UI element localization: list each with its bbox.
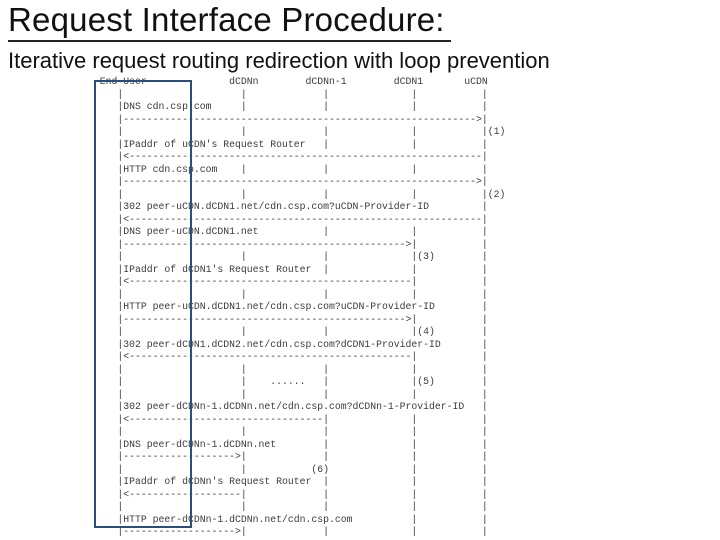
page-subtitle: Iterative request routing redirection wi… xyxy=(8,48,550,74)
sequence-diagram-ascii: End User dCDNn dCDNn-1 dCDN1 uCDN | | | … xyxy=(88,76,644,526)
page-title: Request Interface Procedure: xyxy=(8,2,451,42)
slide: Request Interface Procedure: Iterative r… xyxy=(0,0,720,540)
